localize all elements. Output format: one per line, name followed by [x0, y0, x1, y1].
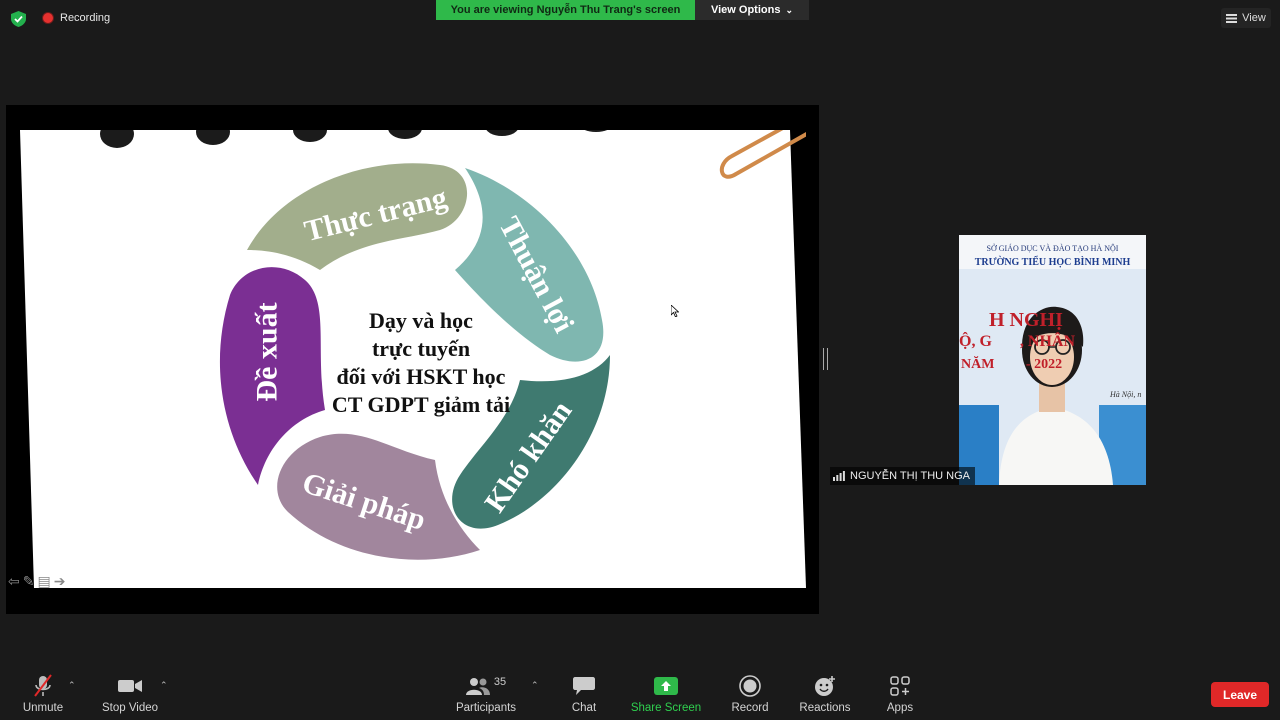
- participant-name: NGUYỄN THỊ THU NGA: [850, 470, 970, 482]
- slide-center-text: Dạy và học trực tuyến đối với HSKT học C…: [306, 307, 536, 419]
- grid-view-icon: [1226, 13, 1238, 23]
- participants-label: Participants: [455, 702, 517, 714]
- center-line: trực tuyến: [371, 336, 471, 361]
- share-screen-label: Share Screen: [630, 702, 702, 714]
- mouse-cursor-icon: [671, 305, 679, 317]
- slide-toolbar: ⇦ ✎ ▤ ➔: [8, 573, 65, 590]
- view-options-button[interactable]: View Options ⌄: [695, 0, 809, 20]
- meeting-toolbar: Unmute ⌃ Stop Video ⌃ 35 Participants ⌃: [0, 668, 1280, 720]
- reactions-label: Reactions: [799, 702, 851, 714]
- chat-button[interactable]: Chat: [568, 668, 600, 720]
- stop-video-label: Stop Video: [101, 702, 159, 714]
- previous-slide-icon[interactable]: ⇦: [8, 573, 20, 590]
- viewing-screen-text: You are viewing Nguyễn Thu Trang's scree…: [450, 4, 681, 16]
- presentation-slide: Thực trạng Thuận lợi Khó khăn Giải pháp …: [20, 130, 806, 588]
- video-camera-icon: [118, 680, 142, 692]
- viewing-screen-banner: You are viewing Nguyễn Thu Trang's scree…: [436, 0, 695, 20]
- unmute-label: Unmute: [22, 702, 64, 714]
- recording-indicator-icon: [42, 12, 54, 24]
- school-name-text: TRƯỜNG TIỂU HỌC BÌNH MINH: [974, 257, 1131, 268]
- school-dept-text: SỞ GIÁO DỤC VÀ ĐÀO TẠO HÀ NỘI: [986, 244, 1119, 253]
- record-icon: [739, 675, 761, 697]
- chat-label: Chat: [571, 702, 597, 714]
- backdrop-banner-line1: H NGHỊ: [989, 309, 1063, 331]
- center-line: đối với HSKT học: [336, 364, 506, 389]
- share-screen-button[interactable]: Share Screen: [630, 668, 702, 720]
- signal-strength-icon: [833, 471, 845, 481]
- pen-icon[interactable]: ✎: [23, 573, 35, 590]
- muted-microphone-icon: [34, 674, 52, 697]
- chat-bubble-icon: [573, 677, 595, 695]
- leave-button[interactable]: Leave: [1211, 682, 1269, 707]
- view-button[interactable]: View: [1221, 8, 1271, 28]
- reactions-button[interactable]: Reactions: [798, 668, 852, 720]
- chevron-down-icon: ⌄: [785, 4, 794, 15]
- view-label: View: [1242, 12, 1266, 24]
- stop-video-button[interactable]: Stop Video: [98, 668, 162, 720]
- security-shield-icon[interactable]: [11, 11, 26, 27]
- petal-label-de-xuat: Đề xuất: [250, 302, 284, 402]
- smiley-plus-icon: [815, 676, 835, 696]
- participant-name-tag: NGUYỄN THỊ THU NGA: [830, 467, 975, 485]
- record-button[interactable]: Record: [730, 668, 770, 720]
- video-options-caret-icon[interactable]: ⌃: [160, 680, 168, 691]
- unmute-button[interactable]: Unmute: [18, 668, 68, 720]
- audio-options-caret-icon[interactable]: ⌃: [68, 680, 76, 691]
- recording-label: Recording: [60, 12, 111, 24]
- participants-options-caret-icon[interactable]: ⌃: [531, 680, 539, 691]
- share-screen-arrow-icon: [654, 677, 678, 695]
- backdrop-banner-line4: Hà Nội, n: [1110, 390, 1142, 399]
- view-options-label: View Options: [710, 4, 781, 16]
- record-label: Record: [731, 702, 769, 714]
- participant-video-tile[interactable]: SỞ GIÁO DỤC VÀ ĐÀO TẠO HÀ NỘI TRƯỜNG TIỂ…: [959, 235, 1146, 485]
- center-line: Dạy và học: [369, 308, 473, 333]
- center-line: CT GDPT giảm tải: [331, 392, 511, 417]
- shared-screen[interactable]: Thực trạng Thuận lợi Khó khăn Giải pháp …: [6, 105, 819, 614]
- next-slide-icon[interactable]: ➔: [54, 573, 66, 590]
- leave-label: Leave: [1222, 687, 1258, 702]
- apps-grid-icon: [890, 676, 910, 696]
- participants-count: 35: [493, 676, 507, 688]
- menu-icon[interactable]: ▤: [37, 573, 50, 590]
- panel-resize-handle[interactable]: [823, 348, 828, 370]
- backdrop-banner-line3: NĂM - 2022: [961, 357, 1063, 372]
- apps-button[interactable]: Apps: [882, 668, 918, 720]
- apps-label: Apps: [886, 702, 914, 714]
- participants-button[interactable]: 35 Participants: [455, 668, 517, 720]
- participants-icon: [465, 678, 490, 695]
- backdrop-banner-line2: Ộ, G , NHÂN: [959, 333, 1075, 350]
